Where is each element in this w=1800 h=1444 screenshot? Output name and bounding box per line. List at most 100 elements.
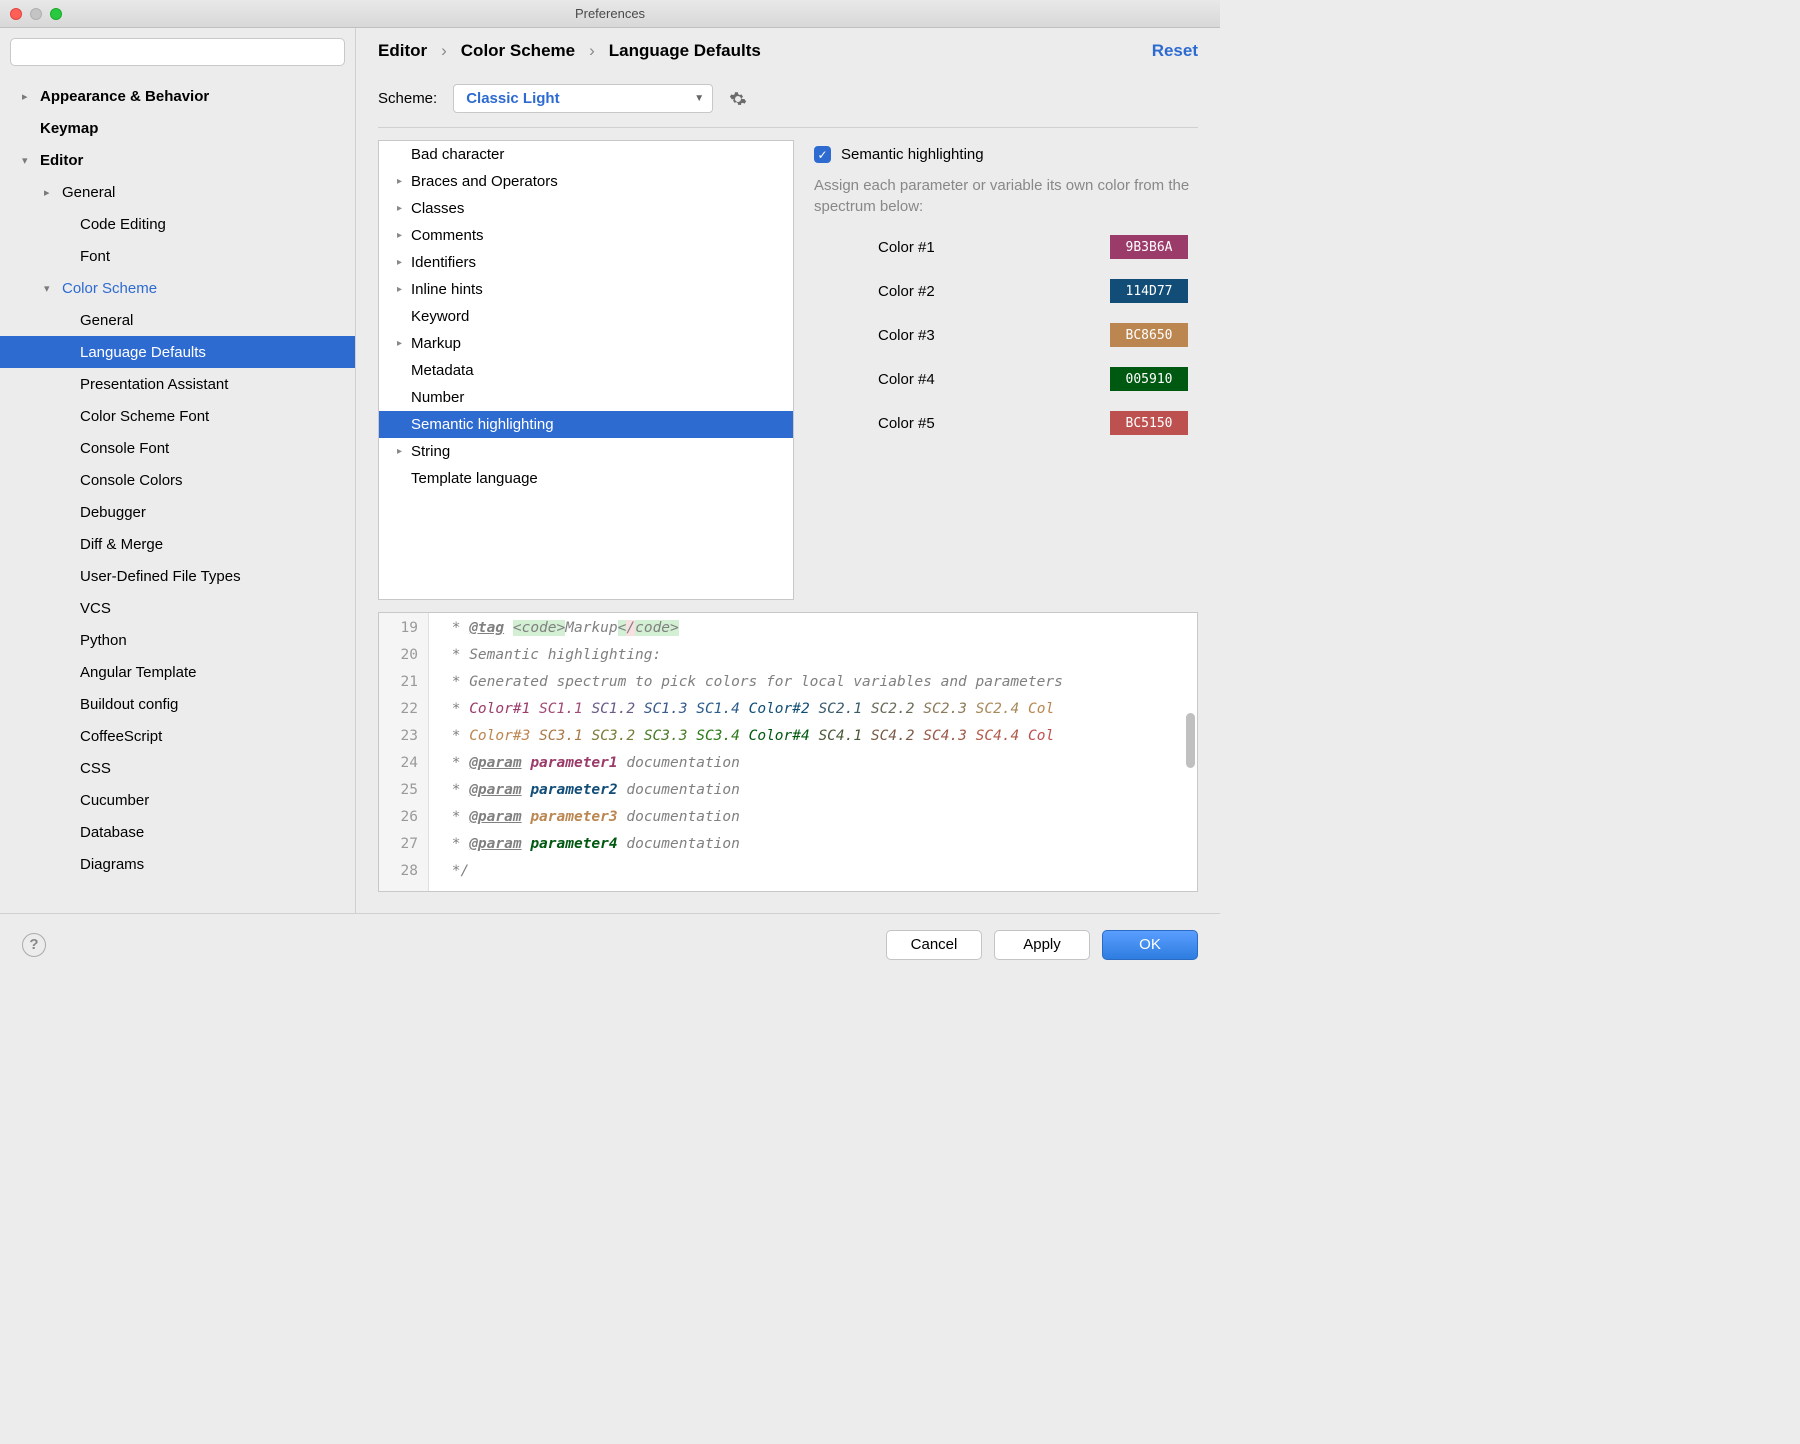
sidebar-item[interactable]: Console Font [0,432,355,464]
category-item[interactable]: ▸Inline hints [379,276,793,303]
sidebar-item-label: Database [80,824,144,841]
color-label: Color #4 [878,371,935,388]
sidebar-item[interactable]: Angular Template [0,656,355,688]
sidebar-item[interactable]: Debugger [0,496,355,528]
category-label: Bad character [411,146,504,163]
sidebar-item[interactable]: CoffeeScript [0,720,355,752]
sidebar-item[interactable]: ▾ Color Scheme [0,272,355,304]
sidebar-item[interactable]: Diagrams [0,848,355,880]
color-swatch[interactable]: BC5150 [1110,411,1188,435]
sidebar-item-label: Console Font [80,440,169,457]
line-number: 27 [379,831,418,858]
scheme-select[interactable]: Classic Light ▼ [453,84,713,113]
category-item[interactable]: ▸String [379,438,793,465]
chevron-right-icon[interactable]: ▸ [397,203,411,214]
close-icon[interactable] [10,8,22,20]
chevron-down-icon[interactable]: ▾ [22,154,34,167]
sidebar-item-label: General [62,184,115,201]
sidebar-item-label: Debugger [80,504,146,521]
sidebar-item[interactable]: ▾Editor [0,144,355,176]
chevron-right-icon[interactable]: ▸ [397,446,411,457]
settings-pane: ✓ Semantic highlighting Assign each para… [814,140,1198,600]
sidebar-item[interactable]: ▸ Appearance & Behavior [0,80,355,112]
sidebar-item[interactable]: Code Editing [0,208,355,240]
sidebar-item[interactable]: Python [0,624,355,656]
sidebar-item[interactable]: User-Defined File Types [0,560,355,592]
hint-text: Assign each parameter or variable its ow… [814,175,1198,217]
sidebar-item[interactable]: Presentation Assistant [0,368,355,400]
cancel-button[interactable]: Cancel [886,930,982,960]
category-item[interactable]: ▸Bad character [379,141,793,168]
category-item[interactable]: ▸Comments [379,222,793,249]
color-row: Color #4 005910 [878,367,1198,391]
sidebar-item[interactable]: Color Scheme Font [0,400,355,432]
sidebar-item-label: General [80,312,133,329]
maximize-icon[interactable] [50,8,62,20]
color-swatch[interactable]: BC8650 [1110,323,1188,347]
chevron-right-icon[interactable]: ▸ [397,176,411,187]
titlebar: Preferences [0,0,1220,28]
chevron-right-icon[interactable]: ▸ [22,90,34,103]
chevron-right-icon[interactable]: ▸ [44,186,56,199]
breadcrumb-item: Color Scheme [461,41,575,61]
category-label: Metadata [411,362,474,379]
sidebar-item[interactable]: Buildout config [0,688,355,720]
chevron-down-icon[interactable]: ▾ [44,282,56,295]
chevron-right-icon[interactable]: ▸ [397,257,411,268]
category-item[interactable]: ▸Number [379,384,793,411]
chevron-right-icon[interactable]: ▸ [397,284,411,295]
color-swatch[interactable]: 005910 [1110,367,1188,391]
category-label: Number [411,389,464,406]
chevron-right-icon[interactable]: ▸ [397,230,411,241]
scrollbar[interactable] [1186,713,1195,768]
checkbox-label: Semantic highlighting [841,146,984,163]
category-item[interactable]: ▸Braces and Operators [379,168,793,195]
category-label: Keyword [411,308,469,325]
category-list: ▸Bad character▸Braces and Operators▸Clas… [378,140,794,600]
apply-button[interactable]: Apply [994,930,1090,960]
ok-button[interactable]: OK [1102,930,1198,960]
help-icon[interactable]: ? [22,933,46,957]
category-item[interactable]: ▸Template language [379,465,793,492]
sidebar-item-label: Cucumber [80,792,149,809]
line-number: 26 [379,804,418,831]
color-row: Color #19B3B6A [878,235,1198,259]
category-item[interactable]: ▸Classes [379,195,793,222]
color-swatch[interactable]: 114D77 [1110,279,1188,303]
semantic-highlighting-checkbox[interactable]: ✓ [814,146,831,163]
sidebar-item[interactable]: ▸ General [0,176,355,208]
line-number: 20 [379,642,418,669]
window-title: Preferences [0,6,1220,21]
sidebar-item[interactable]: Font [0,240,355,272]
chevron-right-icon[interactable]: ▸ [397,338,411,349]
category-label: Markup [411,335,461,352]
sidebar-item[interactable]: CSS [0,752,355,784]
sidebar-item-label: Diff & Merge [80,536,163,553]
color-swatch[interactable]: 9B3B6A [1110,235,1188,259]
sidebar-item[interactable]: General [0,304,355,336]
sidebar-item-label: Appearance & Behavior [40,88,209,105]
category-item[interactable]: ▸Keyword [379,303,793,330]
color-label: Color #3 [878,327,935,344]
sidebar-item[interactable]: Cucumber [0,784,355,816]
category-item[interactable]: ▸Metadata [379,357,793,384]
category-item[interactable]: ▸Identifiers [379,249,793,276]
sidebar-item[interactable]: Language Defaults [0,336,355,368]
color-label: Color #5 [878,415,935,432]
sidebar-item-label: VCS [80,600,111,617]
sidebar-item-label: User-Defined File Types [80,568,241,585]
sidebar-item[interactable]: Diff & Merge [0,528,355,560]
breadcrumb: Editor › Color Scheme › Language Default… [378,41,761,61]
sidebar-item-label: Code Editing [80,216,166,233]
category-item[interactable]: ▸Markup [379,330,793,357]
sidebar-item[interactable]: Database [0,816,355,848]
sidebar-item[interactable]: Console Colors [0,464,355,496]
gear-icon[interactable] [729,90,747,108]
category-label: Classes [411,200,464,217]
sidebar-item[interactable]: VCS [0,592,355,624]
search-input[interactable] [10,38,345,66]
sidebar-item[interactable]: Keymap [0,112,355,144]
category-item[interactable]: ▸Semantic highlighting [379,411,793,438]
reset-link[interactable]: Reset [1152,41,1198,61]
sidebar-item-label: Color Scheme [62,280,157,297]
